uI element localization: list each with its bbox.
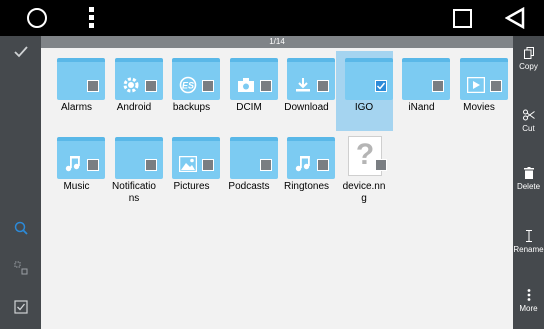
home-button[interactable] — [22, 0, 52, 36]
folder-item[interactable]: Download — [278, 51, 335, 131]
back-button[interactable] — [500, 0, 530, 36]
folder-item[interactable]: Ringtones — [278, 130, 335, 210]
recents-button[interactable] — [447, 0, 477, 36]
delete-label: Delete — [516, 182, 541, 191]
system-nav-bar — [0, 0, 544, 36]
download-icon — [293, 76, 313, 94]
selection-checkbox[interactable] — [317, 159, 329, 171]
cut-button[interactable]: Cut — [513, 108, 544, 133]
selection-checkbox[interactable] — [87, 159, 99, 171]
menu-button[interactable] — [84, 0, 100, 36]
item-label: device.nn g — [342, 181, 386, 204]
page-indicator: 1/14 — [41, 36, 513, 48]
folder-icon — [402, 58, 450, 100]
folder-icon — [229, 58, 278, 100]
file-grid-area: 1/14 Alarms Android ES backups DCIM Download I… — [41, 36, 513, 329]
copy-button[interactable]: Copy — [513, 46, 544, 71]
selection-checkbox[interactable] — [259, 159, 272, 171]
folder-item[interactable]: IGO — [335, 51, 393, 131]
select-all-icon — [13, 300, 28, 314]
text-cursor-icon — [525, 229, 533, 243]
music-note-icon — [293, 155, 313, 173]
folder-icon — [57, 137, 105, 179]
selection-checkbox[interactable] — [317, 80, 329, 92]
file-item[interactable]: ? device.nn g — [336, 130, 393, 210]
folder-icon — [459, 58, 508, 100]
selection-checkbox[interactable] — [202, 80, 214, 92]
checkmark-icon — [13, 46, 28, 58]
selection-checkbox[interactable] — [374, 159, 387, 171]
more-label: More — [519, 304, 538, 313]
svg-text:ES: ES — [182, 81, 194, 91]
delete-button[interactable]: Delete — [513, 166, 544, 191]
folder-item[interactable]: Podcasts — [221, 130, 278, 210]
trash-icon — [523, 166, 534, 180]
folder-item[interactable]: Music — [48, 130, 105, 210]
select-partial-icon — [14, 261, 27, 275]
selection-checkbox[interactable] — [374, 80, 387, 92]
copy-label: Copy — [519, 62, 538, 71]
selection-checkbox[interactable] — [202, 159, 214, 171]
music-note-icon — [63, 155, 83, 173]
item-label: Movies — [463, 102, 495, 113]
folder-item[interactable]: Movies — [451, 51, 508, 131]
folder-icon — [344, 58, 393, 100]
square-icon — [452, 8, 472, 28]
selection-checkbox[interactable] — [432, 80, 444, 92]
rename-button[interactable]: Rename — [513, 229, 544, 254]
selection-checkbox[interactable] — [144, 159, 157, 171]
back-triangle-icon — [505, 7, 525, 29]
folder-item[interactable]: iNand — [393, 51, 450, 131]
folder-icon — [114, 137, 163, 179]
folder-icon — [287, 137, 335, 179]
folder-item[interactable]: Android — [106, 51, 163, 131]
more-button[interactable]: More — [513, 288, 544, 313]
folder-item[interactable]: ES backups — [163, 51, 220, 131]
search-icon — [14, 221, 28, 235]
action-toolbar: Copy Cut Delete Rename More — [513, 36, 544, 329]
es-logo-icon: ES — [178, 76, 198, 94]
svg-text:?: ? — [355, 139, 373, 169]
rename-label: Rename — [513, 245, 544, 254]
gear-icon — [121, 76, 141, 94]
folder-icon: ES — [172, 58, 220, 100]
more-vertical-icon — [527, 288, 531, 302]
selection-checkbox[interactable] — [259, 80, 272, 92]
selection-checkbox[interactable] — [489, 80, 502, 92]
circle-icon — [27, 8, 47, 28]
folder-icon — [114, 58, 163, 100]
selection-checkbox[interactable] — [144, 80, 157, 92]
copy-icon — [523, 46, 534, 60]
done-button[interactable] — [0, 46, 41, 58]
selection-checkbox[interactable] — [87, 80, 99, 92]
image-icon — [178, 155, 198, 173]
folder-icon — [57, 58, 105, 100]
folder-item[interactable]: Notificatio ns — [106, 130, 163, 210]
folder-item[interactable]: Pictures — [163, 130, 220, 210]
folder-icon — [287, 58, 335, 100]
select-interval-button[interactable] — [0, 261, 41, 275]
select-all-button[interactable] — [0, 300, 41, 314]
folder-item[interactable]: DCIM — [221, 51, 278, 131]
play-icon — [466, 76, 486, 94]
search-button[interactable] — [0, 221, 41, 235]
camera-icon — [236, 76, 256, 94]
more-vertical-icon — [89, 7, 94, 28]
cut-label: Cut — [522, 124, 535, 133]
scissors-icon — [522, 108, 535, 122]
folder-icon — [229, 137, 278, 179]
folder-item[interactable]: Alarms — [48, 51, 105, 131]
folder-icon — [172, 137, 220, 179]
left-toolbar — [0, 36, 41, 329]
